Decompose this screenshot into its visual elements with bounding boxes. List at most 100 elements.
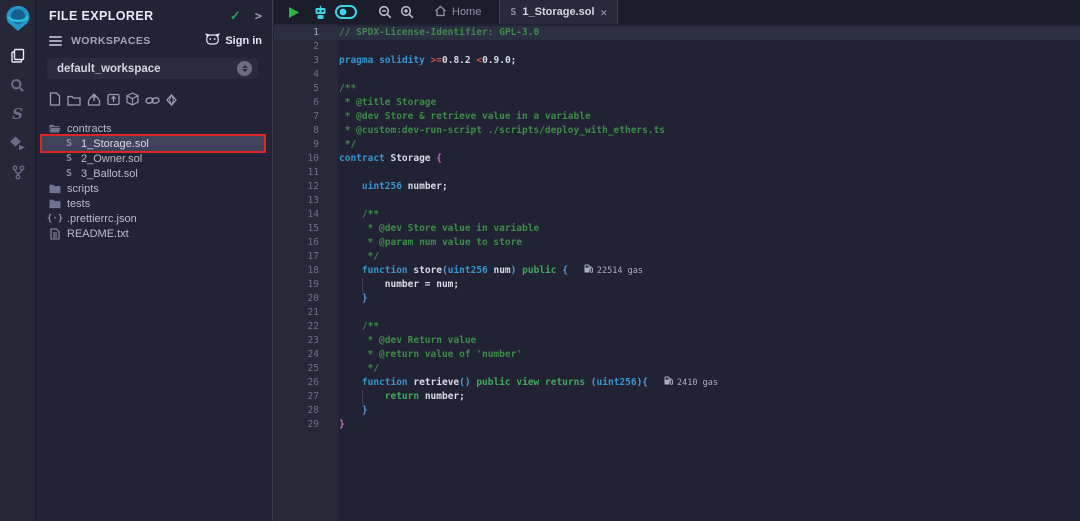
tree-item-2-owner-sol[interactable]: S2_Owner.sol xyxy=(42,151,264,166)
code-line-10[interactable]: contract Storage { xyxy=(338,152,1080,166)
cube-button[interactable] xyxy=(126,92,139,111)
line-number-20[interactable]: 20 xyxy=(274,292,338,306)
upload-file-button[interactable] xyxy=(87,93,101,111)
line-number-6[interactable]: 6 xyxy=(274,96,338,110)
close-tab-icon[interactable]: ✕ xyxy=(601,6,608,19)
line-number-8[interactable]: 8 xyxy=(274,124,338,138)
new-file-button[interactable] xyxy=(49,92,61,111)
link-button[interactable] xyxy=(145,93,160,111)
code-line-2[interactable] xyxy=(338,40,1080,54)
line-number-7[interactable]: 7 xyxy=(274,110,338,124)
line-number-2[interactable]: 2 xyxy=(274,40,338,54)
tree-item--prettierrc-json[interactable]: {·}.prettierrc.json xyxy=(42,211,264,226)
line-number-5[interactable]: 5 xyxy=(274,82,338,96)
workspace-select[interactable]: default_workspace xyxy=(47,58,258,79)
github-sign-in-button[interactable]: Sign in xyxy=(205,32,262,50)
solidity-compiler-icon[interactable]: S xyxy=(0,100,36,128)
new-folder-button[interactable] xyxy=(67,93,81,111)
remix-ai-robot-icon[interactable] xyxy=(313,0,328,24)
tree-item-contracts[interactable]: contracts xyxy=(42,121,264,136)
line-number-10[interactable]: 10 xyxy=(274,152,338,166)
accept-check-icon[interactable]: ✓ xyxy=(230,8,241,24)
code-line-24[interactable]: * @return value of 'number' xyxy=(338,348,1080,362)
code-line-7[interactable]: * @dev Store & retrieve value in a varia… xyxy=(338,110,1080,124)
line-number-3[interactable]: 3 xyxy=(274,54,338,68)
line-number-1[interactable]: 1 xyxy=(274,26,338,40)
run-script-button[interactable] xyxy=(287,0,300,24)
code-line-1[interactable]: // SPDX-License-Identifier: GPL-3.0 xyxy=(338,26,1080,40)
line-number-13[interactable]: 13 xyxy=(274,194,338,208)
solidity-import-button[interactable] xyxy=(166,93,177,111)
line-number-22[interactable]: 22 xyxy=(274,320,338,334)
line-number-21[interactable]: 21 xyxy=(274,306,338,320)
ai-toggle-switch[interactable] xyxy=(335,0,357,24)
search-icon[interactable] xyxy=(0,71,36,99)
code-line-21[interactable] xyxy=(338,306,1080,320)
code-line-11[interactable] xyxy=(338,166,1080,180)
code-line-19[interactable]: number = num; xyxy=(338,278,1080,292)
code-line-3[interactable]: pragma solidity >=0.8.2 <0.9.0; xyxy=(338,54,1080,68)
tree-item-readme-txt[interactable]: README.txt xyxy=(42,226,264,241)
deploy-and-run-icon[interactable] xyxy=(0,129,36,157)
tree-item-tests[interactable]: tests xyxy=(42,196,264,211)
file-explorer-icon[interactable] xyxy=(0,42,36,70)
code-line-22[interactable]: /** xyxy=(338,320,1080,334)
line-number-27[interactable]: 27 xyxy=(274,390,338,404)
line-number-23[interactable]: 23 xyxy=(274,334,338,348)
activity-bar: S xyxy=(0,0,36,521)
line-number-25[interactable]: 25 xyxy=(274,362,338,376)
upload-file-icon xyxy=(87,93,101,111)
workspace-stepper-icon[interactable] xyxy=(237,61,252,76)
tree-item-3-ballot-sol[interactable]: S3_Ballot.sol xyxy=(42,166,264,181)
tab-home[interactable]: Home xyxy=(428,0,487,24)
line-number-28[interactable]: 28 xyxy=(274,404,338,418)
line-number-19[interactable]: 19 xyxy=(274,278,338,292)
line-number-29[interactable]: 29 xyxy=(274,418,338,432)
code-line-25[interactable]: */ xyxy=(338,362,1080,376)
line-number-24[interactable]: 24 xyxy=(274,348,338,362)
code-line-14[interactable]: /** xyxy=(338,208,1080,222)
code-line-26[interactable]: function retrieve() public view returns … xyxy=(338,376,1080,390)
line-number-9[interactable]: 9 xyxy=(274,138,338,152)
code-line-18[interactable]: function store(uint256 num) public {2251… xyxy=(338,264,1080,278)
code-line-5[interactable]: /** xyxy=(338,82,1080,96)
code-line-23[interactable]: * @dev Return value xyxy=(338,334,1080,348)
tree-item-1-storage-sol[interactable]: S1_Storage.sol xyxy=(42,136,264,151)
code-line-17[interactable]: */ xyxy=(338,250,1080,264)
line-number-11[interactable]: 11 xyxy=(274,166,338,180)
chevron-right-icon[interactable]: > xyxy=(255,9,262,23)
line-number-12[interactable]: 12 xyxy=(274,180,338,194)
tree-item-scripts[interactable]: scripts xyxy=(42,181,264,196)
code-line-16[interactable]: * @param num value to store xyxy=(338,236,1080,250)
code-line-13[interactable] xyxy=(338,194,1080,208)
code-line-29[interactable]: } xyxy=(338,418,1080,432)
line-number-15[interactable]: 15 xyxy=(274,222,338,236)
line-number-14[interactable]: 14 xyxy=(274,208,338,222)
line-number-4[interactable]: 4 xyxy=(274,68,338,82)
workspace-select-value: default_workspace xyxy=(57,63,237,75)
line-number-17[interactable]: 17 xyxy=(274,250,338,264)
remix-logo-icon[interactable] xyxy=(4,4,32,32)
code-line-20[interactable]: } xyxy=(338,292,1080,306)
code-line-15[interactable]: * @dev Store value in variable xyxy=(338,222,1080,236)
code-line-4[interactable] xyxy=(338,68,1080,82)
code-line-6[interactable]: * @title Storage xyxy=(338,96,1080,110)
zoom-in-icon[interactable] xyxy=(400,0,414,24)
code-line-27[interactable]: return number; xyxy=(338,390,1080,404)
line-number-26[interactable]: 26 xyxy=(274,376,338,390)
tab-1-storage-sol[interactable]: S 1_Storage.sol ✕ xyxy=(499,0,618,24)
line-number-18[interactable]: 18 xyxy=(274,264,338,278)
fuel-icon xyxy=(664,376,673,390)
workspaces-menu-icon[interactable] xyxy=(49,34,62,48)
code-line-9[interactable]: */ xyxy=(338,138,1080,152)
zoom-out-icon[interactable] xyxy=(378,0,392,24)
upload-folder-button[interactable] xyxy=(107,93,120,111)
git-icon[interactable] xyxy=(0,158,36,186)
code-content[interactable]: // SPDX-License-Identifier: GPL-3.0 pragm… xyxy=(338,24,1080,521)
code-line-12[interactable]: uint256 number; xyxy=(338,180,1080,194)
gas-estimate-badge: 22514 gas xyxy=(584,264,643,278)
line-number-16[interactable]: 16 xyxy=(274,236,338,250)
code-line-8[interactable]: * @custom:dev-run-script ./scripts/deplo… xyxy=(338,124,1080,138)
code-line-28[interactable]: } xyxy=(338,404,1080,418)
fuel-icon xyxy=(584,264,593,278)
